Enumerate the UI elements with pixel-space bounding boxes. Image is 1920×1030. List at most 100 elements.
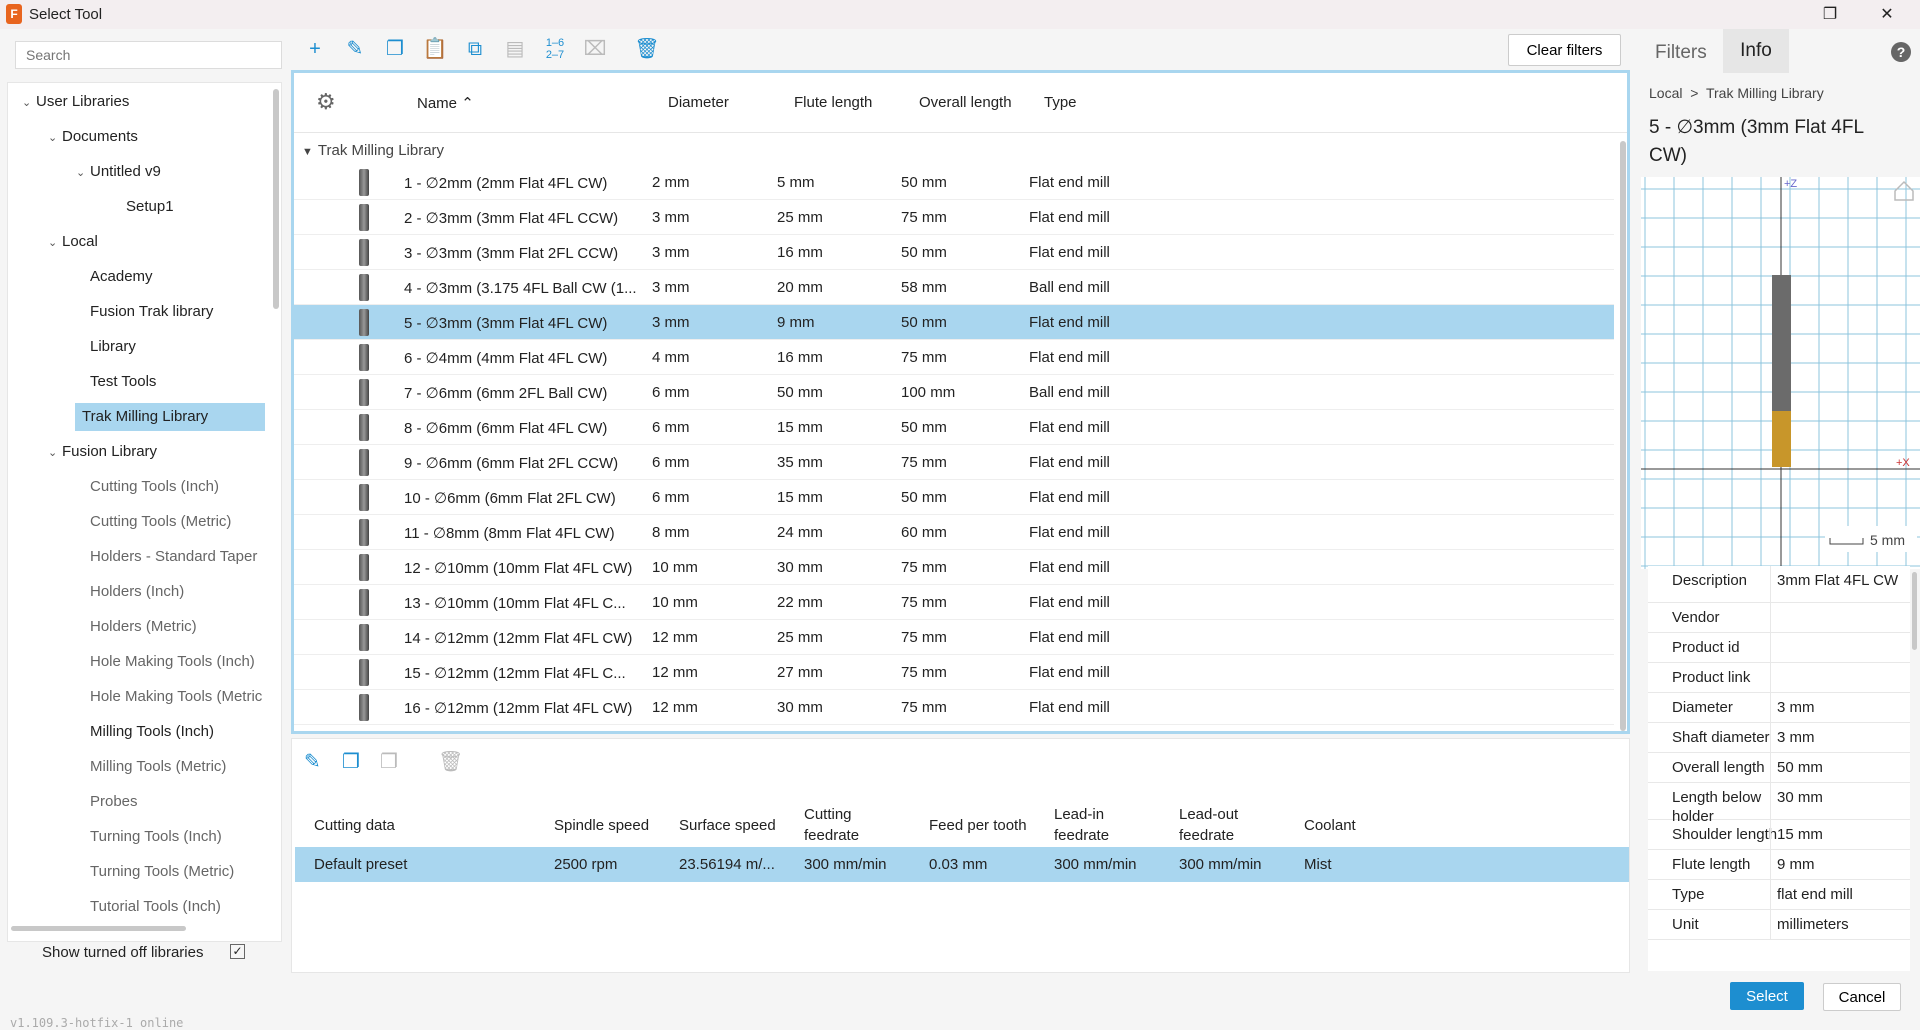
tree-node[interactable]: Cutting Tools (Inch) xyxy=(90,473,219,501)
cutting-column-header[interactable]: Lead-in feedrate xyxy=(1054,804,1149,846)
tree-node[interactable]: Probes xyxy=(90,788,138,816)
table-scrollbar[interactable] xyxy=(1620,141,1626,731)
copy-icon[interactable]: ❐ xyxy=(380,34,410,64)
gear-icon[interactable]: ⚙ xyxy=(316,89,336,115)
table-cell: 14 - ∅12mm (12mm Flat 4FL CW) xyxy=(404,630,633,647)
breadcrumb-leaf[interactable]: Trak Milling Library xyxy=(1706,85,1824,101)
table-cell: 20 mm xyxy=(777,279,823,296)
end-mill-icon xyxy=(359,659,369,686)
end-mill-icon xyxy=(359,169,369,196)
tree-node-label: Trak Milling Library xyxy=(82,408,209,425)
table-row[interactable]: 13 - ∅10mm (10mm Flat 4FL C... 10 mm 22 mm… xyxy=(294,585,1614,620)
table-row[interactable]: 12 - ∅10mm (10mm Flat 4FL CW) 10 mm 30 mm 7… xyxy=(294,550,1614,585)
tree-node[interactable]: Hole Making Tools (Inch) xyxy=(90,648,255,676)
cutting-column-header[interactable]: Cutting feedrate xyxy=(804,804,899,846)
restore-icon[interactable]: ❐ xyxy=(1815,3,1845,27)
tree-scrollbar[interactable] xyxy=(273,89,279,309)
tree-node[interactable]: Academy xyxy=(90,263,153,291)
table-row[interactable]: 14 - ∅12mm (12mm Flat 4FL CW) 12 mm 25 mm 7… xyxy=(294,620,1614,655)
chevron-down-icon[interactable]: ⌄ xyxy=(22,89,36,117)
tab-filters[interactable]: Filters xyxy=(1655,42,1707,64)
renumber-icon[interactable]: 1–6 2–7 xyxy=(540,34,570,64)
cutting-column-header[interactable]: Coolant xyxy=(1304,815,1399,836)
preview-grid: +Z +X 5 mm xyxy=(1641,177,1920,569)
preset-row[interactable]: Default preset 2500 rpm 23.56194 m/... 300 … xyxy=(295,847,1629,882)
tree-node[interactable]: Turning Tools (Metric) xyxy=(90,858,234,886)
table-row[interactable]: 6 - ∅4mm (4mm Flat 4FL CW) 4 mm 16 mm 75 mm… xyxy=(294,340,1614,375)
properties-scrollbar[interactable] xyxy=(1912,572,1917,650)
add-icon[interactable]: + xyxy=(300,34,330,64)
scale-label: 5 mm xyxy=(1870,532,1905,548)
search-input[interactable] xyxy=(15,41,282,69)
edit-preset-icon[interactable]: ✎ xyxy=(304,749,321,774)
table-row[interactable]: 10 - ∅6mm (6mm Flat 2FL CW) 6 mm 15 mm 50 m… xyxy=(294,480,1614,515)
tree-node[interactable]: ⌄ User Libraries xyxy=(22,88,129,116)
tab-info[interactable]: Info xyxy=(1723,29,1789,73)
table-row[interactable]: 3 - ∅3mm (3mm Flat 2FL CCW) 3 mm 16 mm 50 m… xyxy=(294,235,1614,270)
close-icon[interactable]: ✕ xyxy=(1872,3,1902,27)
table-row[interactable]: 1 - ∅2mm (2mm Flat 4FL CW) 2 mm 5 mm 50 mm F… xyxy=(294,165,1614,200)
tree-horizontal-scrollbar[interactable] xyxy=(11,926,186,931)
duplicate-icon[interactable]: ⧉ xyxy=(460,34,490,64)
tree-node[interactable]: Milling Tools (Inch) xyxy=(90,718,214,746)
table-row[interactable]: 8 - ∅6mm (6mm Flat 4FL CW) 6 mm 15 mm 50 mm… xyxy=(294,410,1614,445)
table-row[interactable]: 2 - ∅3mm (3mm Flat 4FL CCW) 3 mm 25 mm 75 m… xyxy=(294,200,1614,235)
table-row[interactable]: 7 - ∅6mm (6mm 2FL Ball CW) 6 mm 50 mm 100 m… xyxy=(294,375,1614,410)
table-row[interactable]: 5 - ∅3mm (3mm Flat 4FL CW) 3 mm 9 mm 50 mm F… xyxy=(294,305,1614,340)
table-cell: 16 mm xyxy=(777,244,823,261)
property-value: 3mm Flat 4FL CW xyxy=(1770,566,1910,602)
copy-preset-icon[interactable]: ❐ xyxy=(342,749,360,774)
tree-node[interactable]: Setup1 xyxy=(126,193,174,221)
property-value xyxy=(1770,633,1910,662)
tree-node[interactable]: ⌄ Fusion Library xyxy=(48,438,157,466)
column-overall-length[interactable]: Overall length xyxy=(919,94,1012,111)
tree-node[interactable]: Library xyxy=(90,333,136,361)
table-row[interactable]: 4 - ∅3mm (3.175 4FL Ball CW (1... 3 mm 20 … xyxy=(294,270,1614,305)
tree-node[interactable]: Milling Tools (Metric) xyxy=(90,753,226,781)
tree-node[interactable]: Cutting Tools (Metric) xyxy=(90,508,231,536)
tree-node[interactable]: ⌄ Untitled v9 xyxy=(76,158,161,186)
tool-preview[interactable]: +Z +X 5 mm xyxy=(1641,177,1920,569)
tree-node[interactable]: ⌄ Local xyxy=(48,228,98,256)
column-diameter[interactable]: Diameter xyxy=(668,94,729,111)
cutting-column-header[interactable]: Lead-out feedrate xyxy=(1179,804,1274,846)
tree-node[interactable]: Fusion Trak library xyxy=(90,298,213,326)
chevron-down-icon[interactable]: ⌄ xyxy=(48,229,62,257)
tree-node[interactable]: Turning Tools (Inch) xyxy=(90,823,222,851)
column-name[interactable]: Name ⌃ xyxy=(417,94,474,112)
home-view-icon[interactable] xyxy=(1894,180,1914,201)
library-group-row[interactable]: ▼ Trak Milling Library xyxy=(294,137,444,165)
cutting-column-header[interactable]: Cutting data xyxy=(314,815,464,836)
table-row[interactable]: 15 - ∅12mm (12mm Flat 4FL C... 12 mm 27 mm… xyxy=(294,655,1614,690)
delete-icon[interactable]: 🗑 xyxy=(632,34,662,64)
chevron-down-icon[interactable]: ⌄ xyxy=(76,159,90,187)
tree-node[interactable]: Tutorial Tools (Inch) xyxy=(90,893,221,921)
table-row[interactable]: 9 - ∅6mm (6mm Flat 2FL CCW) 6 mm 35 mm 75 m… xyxy=(294,445,1614,480)
tree-node[interactable]: Hole Making Tools (Metric xyxy=(90,683,262,711)
edit-icon[interactable]: ✎ xyxy=(340,34,370,64)
column-flute-length[interactable]: Flute length xyxy=(794,94,872,111)
table-cell: Flat end mill xyxy=(1029,349,1110,366)
show-turned-off-checkbox[interactable]: ✓ xyxy=(230,944,245,959)
table-cell: 16 mm xyxy=(777,349,823,366)
table-cell: Flat end mill xyxy=(1029,594,1110,611)
tree-node[interactable]: Holders (Metric) xyxy=(90,613,197,641)
tree-node[interactable]: Trak Milling Library xyxy=(75,403,265,431)
help-icon[interactable]: ? xyxy=(1891,42,1911,62)
clear-filters-button[interactable]: Clear filters xyxy=(1508,34,1621,66)
column-type[interactable]: Type xyxy=(1044,94,1077,111)
breadcrumb-root[interactable]: Local xyxy=(1649,85,1682,101)
cancel-button[interactable]: Cancel xyxy=(1823,983,1901,1011)
tool-properties: Description 3mm Flat 4FL CW Vendor Product … xyxy=(1648,566,1910,971)
tree-node[interactable]: Holders - Standard Taper xyxy=(90,543,257,571)
tree-node[interactable]: Test Tools xyxy=(90,368,156,396)
chevron-down-icon[interactable]: ⌄ xyxy=(48,124,62,152)
table-cell: 12 - ∅10mm (10mm Flat 4FL CW) xyxy=(404,560,633,577)
chevron-down-icon[interactable]: ⌄ xyxy=(48,439,62,467)
tree-node[interactable]: Holders (Inch) xyxy=(90,578,184,606)
table-row[interactable]: 16 - ∅12mm (12mm Flat 4FL CW) 12 mm 30 mm 7… xyxy=(294,690,1614,725)
select-button[interactable]: Select xyxy=(1730,982,1804,1010)
table-row[interactable]: 11 - ∅8mm (8mm Flat 4FL CW) 8 mm 24 mm 60 m… xyxy=(294,515,1614,550)
property-row: Vendor xyxy=(1648,603,1910,633)
tree-node[interactable]: ⌄ Documents xyxy=(48,123,138,151)
